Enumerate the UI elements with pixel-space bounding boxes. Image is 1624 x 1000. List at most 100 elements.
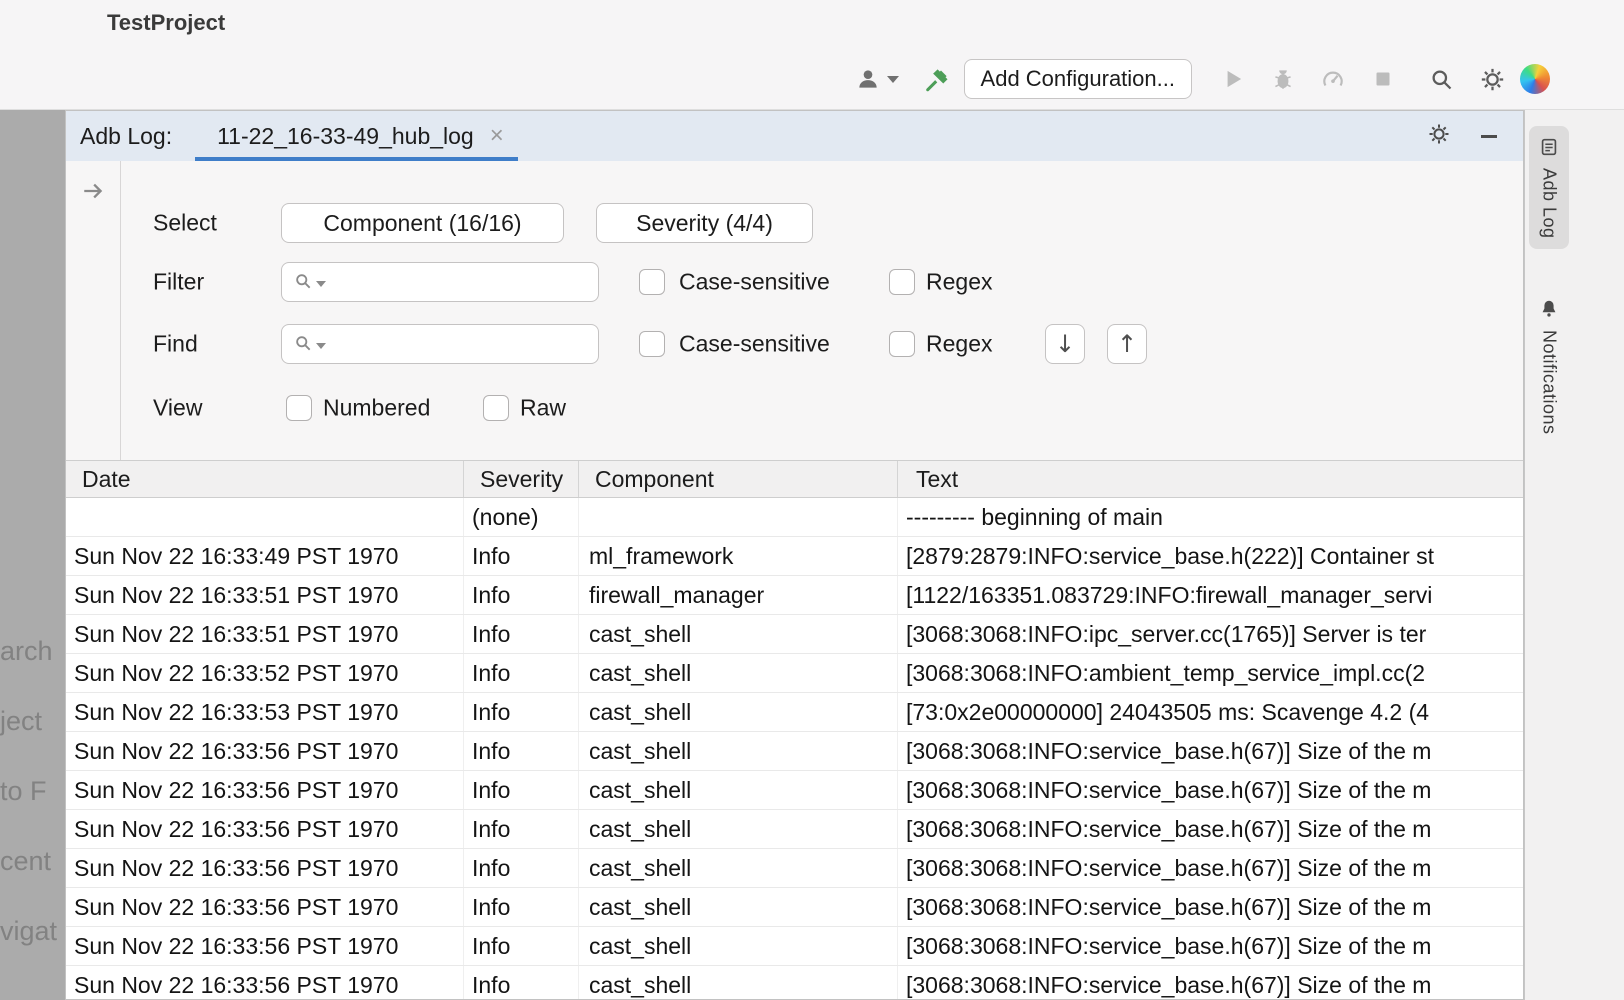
find-input[interactable] — [281, 324, 599, 364]
cell-severity: Info — [464, 810, 579, 848]
table-row[interactable]: Sun Nov 22 16:33:52 PST 1970 Info cast_s… — [66, 654, 1523, 693]
cell-text: [3068:3068:INFO:ambient_temp_service_imp… — [898, 654, 1523, 692]
select-row: Select Component (16/16) Severity (4/4) — [66, 203, 1523, 243]
table-header: Date Severity Component Text — [66, 460, 1523, 498]
background-text-fragment: cent — [0, 846, 51, 877]
stop-button[interactable] — [1370, 66, 1396, 92]
cell-component: cast_shell — [579, 966, 898, 999]
cell-component: ml_framework — [579, 537, 898, 575]
tab-close-icon[interactable]: × — [490, 124, 504, 148]
column-header-text[interactable]: Text — [898, 461, 1523, 497]
build-hammer-button[interactable] — [923, 66, 950, 93]
cell-date: Sun Nov 22 16:33:56 PST 1970 — [66, 732, 464, 770]
filter-row: Filter Case-sensitive Regex — [66, 262, 1523, 302]
find-regex-checkbox[interactable] — [889, 331, 915, 357]
filter-case-sensitive-checkbox[interactable] — [639, 269, 665, 295]
cell-date: Sun Nov 22 16:33:51 PST 1970 — [66, 576, 464, 614]
cell-severity: Info — [464, 615, 579, 653]
cell-component: cast_shell — [579, 771, 898, 809]
cell-date: Sun Nov 22 16:33:51 PST 1970 — [66, 615, 464, 653]
table-row[interactable]: Sun Nov 22 16:33:56 PST 1970 Info cast_s… — [66, 927, 1523, 966]
numbered-checkbox[interactable] — [286, 395, 312, 421]
table-row[interactable]: Sun Nov 22 16:33:56 PST 1970 Info cast_s… — [66, 849, 1523, 888]
cell-severity: Info — [464, 654, 579, 692]
cell-component: cast_shell — [579, 654, 898, 692]
background-text-fragment: ject — [0, 706, 42, 737]
panel-settings-button[interactable] — [1427, 122, 1451, 151]
select-label: Select — [153, 210, 217, 237]
add-configuration-button[interactable]: Add Configuration... — [964, 59, 1192, 99]
table-row[interactable]: Sun Nov 22 16:33:56 PST 1970 Info cast_s… — [66, 732, 1523, 771]
cell-date: Sun Nov 22 16:33:56 PST 1970 — [66, 849, 464, 887]
cell-date: Sun Nov 22 16:33:56 PST 1970 — [66, 966, 464, 999]
column-header-component[interactable]: Component — [579, 461, 898, 497]
find-next-button[interactable]: ↓ — [1045, 324, 1085, 364]
cell-date: Sun Nov 22 16:33:56 PST 1970 — [66, 888, 464, 926]
android-studio-logo — [1520, 64, 1550, 94]
debug-bug-icon — [1270, 66, 1296, 92]
user-profile-button[interactable] — [855, 66, 899, 92]
find-previous-button[interactable]: ↑ — [1107, 324, 1147, 364]
column-header-severity[interactable]: Severity — [464, 461, 579, 497]
minimize-panel-button[interactable] — [1481, 135, 1497, 138]
table-row[interactable]: Sun Nov 22 16:33:56 PST 1970 Info cast_s… — [66, 966, 1523, 999]
tool-window-bar-right: Adb Log Notifications — [1524, 110, 1624, 1000]
run-button[interactable] — [1220, 66, 1246, 92]
table-row[interactable]: (none) --------- beginning of main — [66, 498, 1523, 537]
cell-date: Sun Nov 22 16:33:56 PST 1970 — [66, 927, 464, 965]
table-row[interactable]: Sun Nov 22 16:33:51 PST 1970 Info firewa… — [66, 576, 1523, 615]
cell-component: cast_shell — [579, 888, 898, 926]
cell-severity: Info — [464, 771, 579, 809]
settings-button[interactable] — [1479, 66, 1506, 93]
app-window: TestProject Add Configuration... — [0, 0, 1624, 1000]
user-icon — [855, 66, 881, 92]
table-row[interactable]: Sun Nov 22 16:33:53 PST 1970 Info cast_s… — [66, 693, 1523, 732]
filter-regex-checkbox[interactable] — [889, 269, 915, 295]
find-label: Find — [153, 331, 198, 358]
cell-text: [3068:3068:INFO:service_base.h(67)] Size… — [898, 888, 1523, 926]
table-row[interactable]: Sun Nov 22 16:33:49 PST 1970 Info ml_fra… — [66, 537, 1523, 576]
view-row: View Numbered Raw — [66, 388, 1523, 428]
cell-text: [73:0x2e00000000] 24043505 ms: Scavenge … — [898, 693, 1523, 731]
main-toolbar: Add Configuration... — [855, 56, 1550, 102]
stop-square-icon — [1370, 66, 1396, 92]
cell-text: [2879:2879:INFO:service_base.h(222)] Con… — [898, 537, 1523, 575]
raw-checkbox[interactable] — [483, 395, 509, 421]
debug-button[interactable] — [1270, 66, 1296, 92]
tool-window-tab-label: Adb Log — [1539, 168, 1560, 239]
cell-component — [579, 498, 898, 536]
cell-severity: Info — [464, 966, 579, 999]
cell-text: [3068:3068:INFO:service_base.h(67)] Size… — [898, 849, 1523, 887]
column-header-date[interactable]: Date — [66, 461, 464, 497]
find-case-sensitive-checkbox[interactable] — [639, 331, 665, 357]
cell-text: [3068:3068:INFO:service_base.h(67)] Size… — [898, 771, 1523, 809]
component-filter-button[interactable]: Component (16/16) — [281, 203, 564, 243]
cell-text: [3068:3068:INFO:service_base.h(67)] Size… — [898, 927, 1523, 965]
log-table: Date Severity Component Text (none) ----… — [66, 460, 1523, 999]
background-text-fragment: arch — [0, 636, 53, 667]
bell-icon — [1538, 298, 1560, 320]
cell-date — [66, 498, 464, 536]
search-everywhere-button[interactable] — [1428, 66, 1455, 93]
table-row[interactable]: Sun Nov 22 16:33:56 PST 1970 Info cast_s… — [66, 888, 1523, 927]
find-case-sensitive-label: Case-sensitive — [679, 331, 830, 358]
cell-severity: Info — [464, 732, 579, 770]
cell-text: [3068:3068:INFO:service_base.h(67)] Size… — [898, 810, 1523, 848]
view-label: View — [153, 395, 202, 422]
cell-severity: Info — [464, 849, 579, 887]
filter-controls-area: Select Component (16/16) Severity (4/4) … — [66, 161, 1523, 460]
adb-log-tool-window: Adb Log: 11-22_16-33-49_hub_log × Select… — [65, 110, 1524, 1000]
table-row[interactable]: Sun Nov 22 16:33:51 PST 1970 Info cast_s… — [66, 615, 1523, 654]
log-file-tab[interactable]: 11-22_16-33-49_hub_log × — [195, 111, 518, 161]
tool-window-tab-notifications[interactable]: Notifications — [1529, 288, 1569, 445]
filter-input[interactable] — [281, 262, 599, 302]
cell-component: cast_shell — [579, 732, 898, 770]
tool-window-header: Adb Log: 11-22_16-33-49_hub_log × — [66, 111, 1523, 161]
find-row: Find Case-sensitive Regex ↓ ↑ — [66, 324, 1523, 364]
table-row[interactable]: Sun Nov 22 16:33:56 PST 1970 Info cast_s… — [66, 771, 1523, 810]
severity-filter-button[interactable]: Severity (4/4) — [596, 203, 813, 243]
profiler-button[interactable] — [1320, 66, 1346, 92]
background-editor-area: arch ject to F cent vigat — [0, 110, 65, 1000]
tool-window-tab-adb-log[interactable]: Adb Log — [1529, 126, 1569, 249]
table-row[interactable]: Sun Nov 22 16:33:56 PST 1970 Info cast_s… — [66, 810, 1523, 849]
